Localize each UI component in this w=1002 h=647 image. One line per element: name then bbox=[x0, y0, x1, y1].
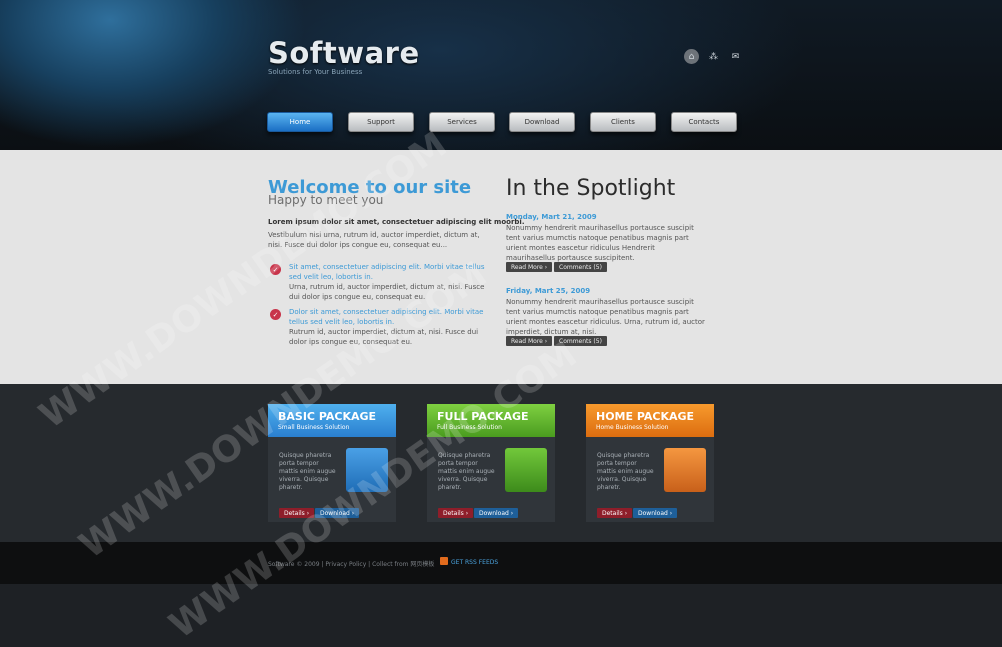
check-icon: ✓ bbox=[270, 309, 281, 320]
site-logo[interactable]: Software bbox=[268, 36, 420, 70]
download-button[interactable]: Download › bbox=[474, 508, 519, 518]
feature-highlight[interactable]: Dolor sit amet, consectetuer adipiscing … bbox=[289, 307, 489, 327]
package-description: Quisque pharetra porta tempor mattis eni… bbox=[279, 452, 336, 491]
download-button[interactable]: Download › bbox=[315, 508, 360, 518]
feature-text: Urna, rutrum id, auctor imperdiet, dictu… bbox=[289, 283, 485, 301]
package-header: BASIC PACKAGE Small Business Solution bbox=[268, 404, 396, 437]
package-header: FULL PACKAGE Full Business Solution bbox=[427, 404, 555, 437]
read-more-button[interactable]: Read More › bbox=[506, 336, 553, 346]
package-subtitle: Small Business Solution bbox=[278, 424, 350, 431]
post-text: Nonummy hendrerit maurihasellus portausc… bbox=[506, 224, 694, 262]
comments-button[interactable]: Comments (5) bbox=[554, 262, 607, 272]
feature-highlight[interactable]: Sit amet, consectetuer adipiscing elit. … bbox=[289, 262, 489, 282]
details-button[interactable]: Details › bbox=[279, 508, 315, 518]
nav-home[interactable]: Home bbox=[267, 112, 333, 132]
read-more-button[interactable]: Read More › bbox=[506, 262, 553, 272]
software-box-icon bbox=[664, 448, 706, 492]
footer-copyright: Software © 2009 | Privacy Policy | Colle… bbox=[268, 561, 435, 568]
nav-download[interactable]: Download bbox=[509, 112, 575, 132]
package-title: FULL PACKAGE bbox=[437, 410, 529, 423]
details-button[interactable]: Details › bbox=[597, 508, 633, 518]
mail-icon[interactable]: ✉ bbox=[728, 49, 743, 64]
header bbox=[0, 0, 1002, 150]
software-box-icon bbox=[346, 448, 388, 492]
site-tagline: Solutions for Your Business bbox=[268, 68, 363, 76]
package-subtitle: Full Business Solution bbox=[437, 424, 502, 431]
nav-support[interactable]: Support bbox=[348, 112, 414, 132]
nav-clients[interactable]: Clients bbox=[590, 112, 656, 132]
software-box-icon bbox=[505, 448, 547, 492]
welcome-lead: Lorem ipsum dolor sit amet, consectetuer… bbox=[268, 218, 525, 226]
details-button[interactable]: Details › bbox=[438, 508, 474, 518]
home-icon[interactable]: ⌂ bbox=[684, 49, 699, 64]
rss-link[interactable]: GET RSS FEEDS bbox=[451, 559, 498, 566]
package-header: HOME PACKAGE Home Business Solution bbox=[586, 404, 714, 437]
spotlight-title: In the Spotlight bbox=[506, 176, 676, 201]
sitemap-icon[interactable]: ⁂ bbox=[706, 49, 721, 64]
package-card-home: HOME PACKAGE Home Business Solution Quis… bbox=[586, 404, 714, 522]
welcome-paragraph: Vestibulum nisi urna, rutrum id, auctor … bbox=[268, 231, 480, 249]
package-description: Quisque pharetra porta tempor mattis eni… bbox=[597, 452, 654, 491]
package-title: HOME PACKAGE bbox=[596, 410, 695, 423]
package-description: Quisque pharetra porta tempor mattis eni… bbox=[438, 452, 495, 491]
footer bbox=[0, 542, 1002, 584]
package-title: BASIC PACKAGE bbox=[278, 410, 377, 423]
main-content bbox=[0, 150, 1002, 384]
header-icons: ⌂ ⁂ ✉ bbox=[684, 49, 743, 64]
comments-button[interactable]: Comments (5) bbox=[554, 336, 607, 346]
package-card-basic: BASIC PACKAGE Small Business Solution Qu… bbox=[268, 404, 396, 522]
post-text: Nonummy hendrerit maurihasellus portausc… bbox=[506, 298, 705, 336]
post-date: Monday, Mart 21, 2009 bbox=[506, 213, 597, 221]
nav-services[interactable]: Services bbox=[429, 112, 495, 132]
welcome-subtitle: Happy to meet you bbox=[268, 193, 384, 207]
rss-icon[interactable] bbox=[440, 557, 448, 565]
package-subtitle: Home Business Solution bbox=[596, 424, 669, 431]
post-date: Friday, Mart 25, 2009 bbox=[506, 287, 591, 295]
package-card-full: FULL PACKAGE Full Business Solution Quis… bbox=[427, 404, 555, 522]
nav-contacts[interactable]: Contacts bbox=[671, 112, 737, 132]
feature-text: Rutrum id, auctor imperdiet, dictum at, … bbox=[289, 328, 479, 346]
check-icon: ✓ bbox=[270, 264, 281, 275]
download-button[interactable]: Download › bbox=[633, 508, 678, 518]
